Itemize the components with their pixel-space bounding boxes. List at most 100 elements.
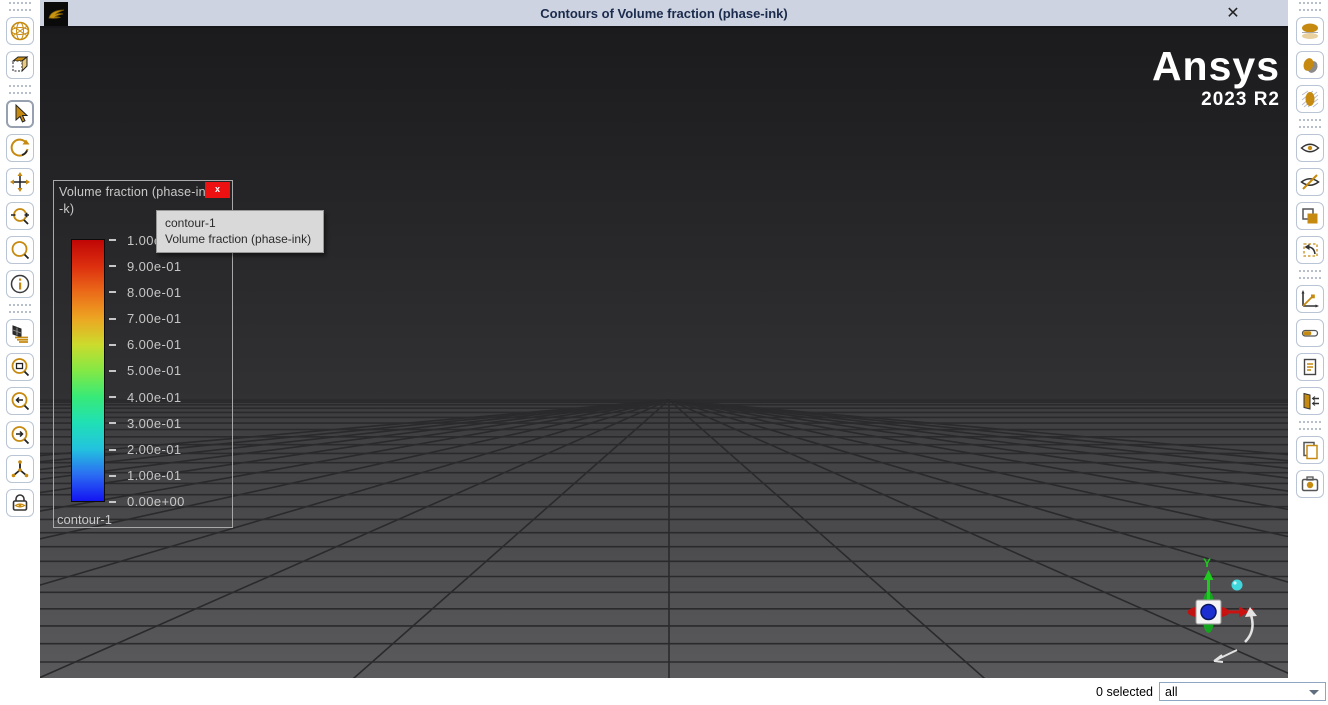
status-bar: 0 selected all [0, 678, 1328, 705]
hide-object-button[interactable] [1296, 168, 1324, 196]
colorbar-tick: 2.00e-01 [109, 442, 229, 458]
overlay-pages-button[interactable] [1296, 436, 1324, 464]
plot-axes-button[interactable] [1296, 285, 1324, 313]
snapshot-button[interactable] [1296, 470, 1324, 498]
colorbar-tick: 5.00e-01 [109, 363, 229, 379]
view-cube-button[interactable] [6, 51, 34, 79]
dropdown-selected-value: all [1165, 684, 1178, 699]
tooltip-line2: Volume fraction (phase-ink) [165, 232, 312, 246]
tick-dash [109, 343, 116, 346]
legend-close-button[interactable]: x [205, 182, 230, 198]
colorbar-tick: 3.00e-01 [109, 415, 229, 431]
restore-view-button[interactable] [1296, 236, 1324, 264]
hatch-ellipse-icon [1299, 88, 1321, 110]
perspective-cube-icon [9, 54, 31, 76]
copy-squares-icon [1299, 205, 1321, 227]
show-object-button[interactable] [1296, 134, 1324, 162]
zoom-scale-button[interactable] [6, 236, 34, 264]
shaded-surface-button[interactable] [1296, 17, 1324, 45]
report-page-button[interactable] [1296, 353, 1324, 381]
triad-icon [9, 458, 31, 480]
rotate-view-button[interactable] [6, 134, 34, 162]
axis-triad-toggle-button[interactable] [6, 455, 34, 483]
zoom-to-area-button[interactable] [6, 353, 34, 381]
tick-dash [109, 291, 116, 294]
viewport-3d[interactable]: Ansys 2023 R2 Volume fraction (phase-in … [40, 28, 1288, 678]
tick-label: 8.00e-01 [127, 284, 182, 300]
hover-tooltip: contour-1 Volume fraction (phase-ink) [156, 210, 324, 253]
tick-label: 7.00e-01 [127, 311, 182, 327]
selected-count-label: 0 selected [1096, 684, 1153, 699]
colorbar-tick: 9.00e-01 [109, 258, 229, 274]
colorbar-tick: 8.00e-01 [109, 284, 229, 300]
left-toolbar [0, 0, 40, 678]
surface-filter-dropdown[interactable]: all [1159, 682, 1326, 701]
tick-label: 6.00e-01 [127, 337, 182, 353]
lock-view-button[interactable] [6, 489, 34, 517]
close-icon[interactable]: ✕ [1222, 3, 1244, 25]
toolbar-separator [1299, 2, 1321, 11]
toolbar-separator [1299, 421, 1321, 430]
mesh-display-icon [9, 322, 31, 344]
solid-shadow-button[interactable] [1296, 51, 1324, 79]
chart-axes-icon [1299, 288, 1321, 310]
orientation-triad[interactable]: Y X [1140, 553, 1288, 678]
tick-dash [109, 317, 116, 320]
rotate-left-arrow-icon [1213, 649, 1238, 663]
zoom-next-button[interactable] [6, 421, 34, 449]
ansys-version-text: 2023 R2 [1201, 89, 1280, 110]
colorbar-tick: 1.00e-01 [109, 468, 229, 484]
colorbar-tick: 0.00e+00 [109, 494, 229, 510]
magnifier-forward-icon [9, 424, 31, 446]
colormap-options-button[interactable] [1296, 319, 1324, 347]
tick-dash [109, 448, 116, 451]
select-mode-button[interactable] [6, 100, 34, 128]
display-mesh-button[interactable] [6, 319, 34, 347]
toolbar-separator [9, 85, 31, 94]
y-axis-label: Y [1203, 556, 1211, 570]
ansys-brand-text: Ansys [1151, 43, 1280, 89]
ansys-logo: Ansys 2023 R2 [1151, 43, 1280, 110]
tick-label: 3.00e-01 [127, 415, 182, 431]
magnifier-box-icon [9, 356, 31, 378]
pan-view-button[interactable] [6, 168, 34, 196]
magnifier-back-icon [9, 390, 31, 412]
zoom-in-out-button[interactable] [6, 202, 34, 230]
zoom-plus-minus-icon [9, 205, 31, 227]
fluent-graphics-window: Contours of Volume fraction (phase-ink) … [0, 0, 1328, 705]
y-axis-arrowhead [1203, 570, 1214, 580]
chevron-down-icon [1309, 690, 1319, 695]
probe-info-button[interactable] [6, 270, 34, 298]
exit-panel-icon [1299, 390, 1321, 412]
tick-dash [109, 396, 116, 399]
mesh-sphere-icon [9, 20, 31, 42]
tooltip-line1: contour-1 [165, 216, 216, 230]
transparent-surface-button[interactable] [1296, 85, 1324, 113]
tick-dash [109, 422, 116, 425]
tick-dash [109, 500, 116, 503]
sphere-highlight [1233, 581, 1237, 585]
tick-label: 2.00e-01 [127, 442, 182, 457]
tick-dash [109, 474, 116, 477]
colorbar-tick: 6.00e-01 [109, 337, 229, 353]
copy-display-button[interactable] [1296, 202, 1324, 230]
toolbar-separator [9, 2, 31, 11]
legend-title-line1: Volume fraction (phase-in [59, 185, 206, 199]
window-title: Contours of Volume fraction (phase-ink) [540, 5, 788, 21]
tick-label: 5.00e-01 [127, 363, 182, 379]
window-titlebar[interactable]: Contours of Volume fraction (phase-ink) … [40, 0, 1288, 28]
z-axis-dot [1200, 603, 1217, 621]
capsule-icon [1299, 322, 1321, 344]
tick-label: 1.00e-01 [127, 468, 182, 484]
panel-options-button[interactable] [1296, 387, 1324, 415]
right-toolbar [1288, 0, 1328, 678]
colorbar-tick: 4.00e-01 [109, 389, 229, 405]
magnifier-icon [9, 239, 31, 261]
camera-icon [1299, 473, 1321, 495]
view-sphere-button[interactable] [6, 17, 34, 45]
colorbar-tick: 7.00e-01 [109, 311, 229, 327]
document-icon [1299, 356, 1321, 378]
zoom-previous-button[interactable] [6, 387, 34, 415]
reference-sphere [1231, 579, 1243, 591]
fluent-wing-icon [44, 2, 68, 26]
